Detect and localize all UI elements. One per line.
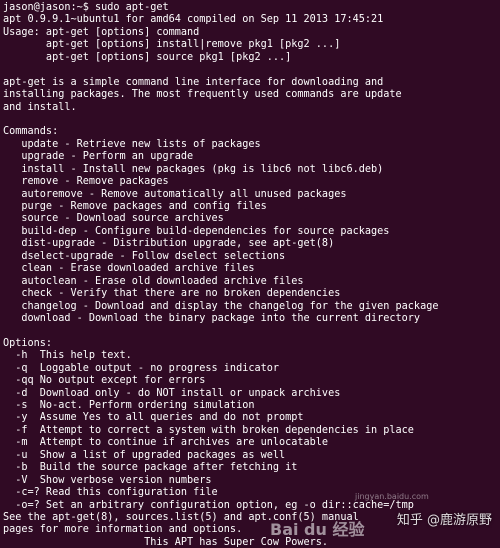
terminal-line: autoremove - Remove automatically all un… [3,188,347,200]
terminal-line: upgrade - Perform an upgrade [3,151,194,163]
terminal-line: install - Install new packages (pkg is l… [3,163,384,175]
terminal-line: purge - Remove packages and config files [3,201,267,212]
watermark-text: 知乎 @鹿游原野 [396,513,492,528]
terminal-line: jason@jason:~$ sudo apt-get [3,2,169,13]
terminal-line: dselect-upgrade - Follow dselect selecti… [3,250,286,262]
terminal-line: -V Show verbose version numbers [3,474,212,486]
terminal-line: apt-get [options] source pkg1 [pkg2 ...] [3,51,292,63]
terminal-line: Options: [3,337,53,349]
terminal-line: download - Download the binary package i… [3,312,421,324]
terminal-line: changelog - Download and display the cha… [3,300,439,312]
terminal-line: -b Build the source package after fetchi… [3,462,298,474]
terminal-line: check - Verify that there are no broken … [3,288,341,300]
terminal-line: apt 0.9.9.1~ubuntu1 for amd64 compiled o… [3,14,384,26]
terminal-line: update - Retrieve new lists of packages [3,138,261,150]
watermark-site: Bai du 经验 [270,520,365,539]
terminal-window[interactable]: jason@jason:~$ sudo apt-get apt 0.9.9.1~… [0,0,500,548]
terminal-line: -qq No output except for errors [3,375,206,387]
terminal-line: source - Download source archives [3,213,224,225]
terminal-line: -u Show a list of upgraded packages as w… [3,449,286,461]
terminal-line: dist-upgrade - Distribution upgrade, see… [3,238,335,250]
terminal-line: -h This help text. [3,350,132,362]
terminal-line: -y Assume Yes to all queries and do not … [3,412,304,424]
watermark-url: jingyan.baidu.com [355,492,429,501]
terminal-line: Usage: apt-get [options] command [3,26,200,38]
terminal-line: apt-get [options] install|remove pkg1 [p… [3,39,341,51]
terminal-line: -d Download only - do NOT install or unp… [3,387,341,399]
terminal-line: -f Attempt to correct a system with brok… [3,424,414,436]
terminal-line: build-dep - Configure build-dependencies… [3,225,390,237]
terminal-line: -q Loggable output - no progress indicat… [3,362,280,374]
terminal-line: -m Attempt to continue if archives are u… [3,437,329,449]
terminal-line: and install. [3,101,77,113]
terminal-line: This APT has Super Cow Powers. [3,536,329,548]
terminal-line: apt-get is a simple command line interfa… [3,76,384,88]
terminal-line: -s No-act. Perform ordering simulation [3,400,255,411]
terminal-line: remove - Remove packages [3,176,169,188]
terminal-line: installing packages. The most frequently… [3,89,402,101]
terminal-line: clean - Erase downloaded archive files [3,263,255,275]
terminal-line: Commands: [3,126,59,138]
terminal-line: autoclean - Erase old downloaded archive… [3,275,304,287]
